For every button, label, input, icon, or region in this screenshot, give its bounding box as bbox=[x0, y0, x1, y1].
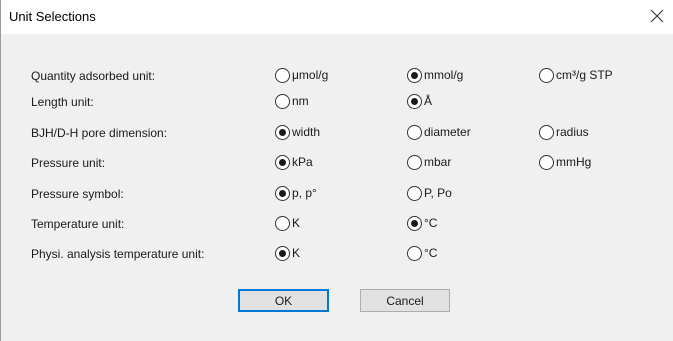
radio-option-radius[interactable]: radius bbox=[539, 122, 589, 142]
row-pressure-unit: Pressure unit: kPa mbar mmHg bbox=[1, 150, 673, 176]
radio-button[interactable] bbox=[275, 67, 290, 83]
row-label: Pressure symbol: bbox=[31, 187, 124, 201]
radio-option-cm3-g-stp[interactable]: cm³/g STP bbox=[539, 65, 613, 85]
radio-button[interactable] bbox=[539, 124, 554, 140]
radio-label: P, Po bbox=[424, 186, 452, 200]
radio-option-mmhg[interactable]: mmHg bbox=[539, 152, 591, 172]
row-label: Pressure unit: bbox=[31, 156, 106, 170]
cancel-button[interactable]: Cancel bbox=[360, 289, 450, 312]
radio-label: nm bbox=[292, 94, 309, 108]
radio-button[interactable] bbox=[275, 245, 290, 261]
radio-option-mmol-g[interactable]: mmol/g bbox=[407, 65, 463, 85]
row-label: Quantity adsorbed unit: bbox=[31, 69, 156, 83]
radio-button[interactable] bbox=[275, 215, 290, 231]
radio-option-kpa[interactable]: kPa bbox=[275, 152, 313, 172]
radio-button[interactable] bbox=[407, 124, 422, 140]
row-label: Physi. analysis temperature unit: bbox=[31, 247, 205, 261]
radio-label: cm³/g STP bbox=[556, 68, 613, 82]
radio-option-kelvin[interactable]: K bbox=[275, 213, 300, 233]
radio-button[interactable] bbox=[539, 154, 554, 170]
radio-button[interactable] bbox=[407, 67, 422, 83]
radio-button[interactable] bbox=[407, 215, 422, 231]
radio-label: radius bbox=[556, 125, 589, 139]
ok-button[interactable]: OK bbox=[238, 289, 329, 312]
radio-option-umol-g[interactable]: μmol/g bbox=[275, 65, 328, 85]
unit-selections-dialog: Unit Selections Quantity adsorbed unit: … bbox=[0, 0, 673, 341]
radio-button[interactable] bbox=[407, 154, 422, 170]
radio-button[interactable] bbox=[275, 93, 290, 109]
radio-option-mbar[interactable]: mbar bbox=[407, 152, 451, 172]
row-temperature-unit: Temperature unit: K °C bbox=[1, 211, 673, 237]
row-length-unit: Length unit: nm Å bbox=[1, 89, 673, 115]
radio-option-celsius[interactable]: °C bbox=[407, 213, 437, 233]
radio-option-lowercase-p[interactable]: p, p° bbox=[275, 183, 317, 203]
radio-button[interactable] bbox=[539, 67, 554, 83]
radio-label: mbar bbox=[424, 155, 452, 169]
radio-label: p, p° bbox=[292, 186, 317, 200]
radio-option-uppercase-p[interactable]: P, Po bbox=[407, 183, 452, 203]
radio-option-celsius[interactable]: °C bbox=[407, 243, 437, 263]
radio-label: Å bbox=[424, 94, 433, 108]
radio-label: mmol/g bbox=[424, 68, 464, 82]
row-quantity-adsorbed-unit: Quantity adsorbed unit: μmol/g mmol/g cm… bbox=[1, 63, 673, 89]
radio-label: width bbox=[292, 125, 321, 139]
row-physi-analysis-temperature-unit: Physi. analysis temperature unit: K °C bbox=[1, 241, 673, 267]
radio-button[interactable] bbox=[407, 185, 422, 201]
row-pressure-symbol: Pressure symbol: p, p° P, Po bbox=[1, 181, 673, 207]
radio-button[interactable] bbox=[407, 93, 422, 109]
radio-label: K bbox=[292, 216, 301, 230]
radio-label: mmHg bbox=[556, 155, 592, 169]
title-bar: Unit Selections bbox=[1, 0, 673, 34]
row-label: BJH/D-H pore dimension: bbox=[31, 126, 168, 140]
radio-button[interactable] bbox=[275, 154, 290, 170]
radio-label: kPa bbox=[292, 155, 313, 169]
dialog-title: Unit Selections bbox=[9, 9, 96, 24]
radio-option-nm[interactable]: nm bbox=[275, 91, 309, 111]
radio-option-diameter[interactable]: diameter bbox=[407, 122, 471, 142]
radio-option-width[interactable]: width bbox=[275, 122, 320, 142]
radio-option-kelvin[interactable]: K bbox=[275, 243, 300, 263]
close-button[interactable] bbox=[640, 0, 673, 32]
radio-button[interactable] bbox=[407, 245, 422, 261]
close-icon bbox=[650, 9, 664, 23]
radio-button[interactable] bbox=[275, 124, 290, 140]
radio-label: diameter bbox=[424, 125, 471, 139]
radio-button[interactable] bbox=[275, 185, 290, 201]
row-label: Temperature unit: bbox=[31, 217, 125, 231]
radio-label: °C bbox=[424, 246, 438, 260]
row-label: Length unit: bbox=[31, 95, 94, 109]
radio-label: K bbox=[292, 246, 301, 260]
radio-label: μmol/g bbox=[292, 68, 329, 82]
row-pore-dimension: BJH/D-H pore dimension: width diameter r… bbox=[1, 120, 673, 146]
radio-option-angstrom[interactable]: Å bbox=[407, 91, 432, 111]
radio-label: °C bbox=[424, 216, 438, 230]
